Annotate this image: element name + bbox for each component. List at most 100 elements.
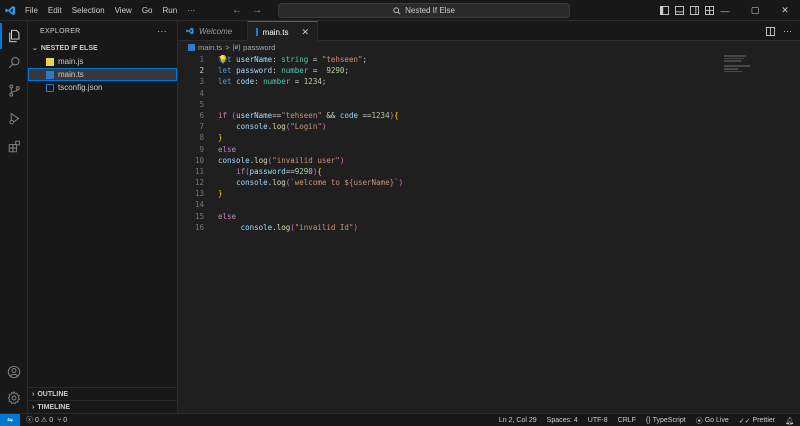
remote-indicator-icon[interactable]: ⇋	[0, 413, 20, 426]
timeline-section[interactable]: › TIMELINE	[28, 400, 178, 413]
command-center-search[interactable]: Nested If Else	[278, 3, 570, 18]
more-actions-icon[interactable]: ···	[783, 26, 792, 36]
toggle-panel-icon[interactable]	[675, 6, 684, 15]
status-bar: ⇋ ⓧ 0 ⚠ 0 ⑂ 0 Ln 2, Col 29 Spaces: 4 UTF…	[0, 413, 800, 426]
file-name: tsconfig.json	[58, 83, 103, 92]
ts-file-icon	[188, 44, 195, 51]
source-control-icon[interactable]	[0, 77, 28, 103]
encoding[interactable]: UTF-8	[588, 417, 608, 424]
tab-label: main.ts	[262, 27, 289, 37]
line-number: 8	[199, 133, 204, 143]
variable-symbol-icon: [ø]	[232, 44, 241, 51]
end-of-line[interactable]: CRLF	[618, 417, 636, 424]
file-main-ts[interactable]: main.ts	[28, 68, 177, 81]
breadcrumb: main.ts > [ø] password	[178, 41, 800, 54]
explorer-sidebar: EXPLORER ··· ⌄ NESTED IF ELSE main.js ma…	[28, 21, 178, 413]
js-file-icon	[46, 57, 54, 66]
minimap[interactable]	[724, 54, 752, 74]
activity-bar	[0, 21, 28, 413]
notifications-bell-icon[interactable]: 🔔︎	[785, 417, 794, 425]
ports-indicator[interactable]: ⑂ 0	[57, 417, 67, 424]
breadcrumb-file[interactable]: main.ts	[198, 43, 222, 52]
back-arrow-icon[interactable]: ←	[232, 5, 242, 16]
explorer-title: EXPLORER	[40, 27, 81, 35]
status-left: ⓧ 0 ⚠ 0 ⑂ 0	[20, 415, 67, 425]
menu-bar: File Edit Selection View Go Run ···	[20, 0, 200, 21]
prettier-label: Prettier	[752, 417, 776, 424]
ts-file-icon	[256, 28, 258, 36]
code-line: console.log("invailid Id")	[240, 222, 358, 232]
code-line: console.log(`welcome to ${userName}`)	[236, 178, 404, 188]
braces-icon: {}	[645, 417, 651, 424]
code-line: let password: number = 9290;	[218, 66, 349, 76]
error-count: 0	[35, 416, 39, 424]
editor-tab-bar: Welcome main.ts ✕ ···	[178, 21, 800, 42]
settings-gear-icon[interactable]	[0, 385, 28, 411]
code-line: else	[218, 144, 237, 154]
cursor-position[interactable]: Ln 2, Col 29	[499, 417, 537, 424]
file-main-js[interactable]: main.js	[28, 55, 177, 68]
outline-label: OUTLINE	[37, 390, 69, 398]
warning-count: 0	[49, 416, 54, 424]
line-number: 5	[199, 99, 204, 109]
indentation[interactable]: Spaces: 4	[547, 417, 578, 424]
toggle-secondary-sidebar-icon[interactable]	[690, 6, 699, 15]
explorer-icon[interactable]	[0, 23, 28, 49]
line-number: 16	[194, 222, 204, 232]
folder-nested-if-else[interactable]: ⌄ NESTED IF ELSE	[28, 41, 177, 55]
code-line: console.log("Login")	[236, 122, 327, 132]
menu-selection[interactable]: Selection	[67, 0, 110, 21]
file-name: main.ts	[58, 70, 84, 79]
menu-go[interactable]: Go	[137, 0, 158, 21]
close-button[interactable]: ✕	[770, 0, 800, 21]
minimize-button[interactable]: —	[710, 0, 740, 21]
command-center-label: Nested If Else	[405, 6, 455, 15]
tab-welcome[interactable]: Welcome	[178, 21, 248, 41]
vscode-logo-icon	[0, 0, 20, 21]
file-tsconfig-json[interactable]: tsconfig.json	[28, 81, 177, 94]
close-tab-icon[interactable]: ✕	[301, 27, 309, 38]
menu-run[interactable]: Run	[157, 0, 182, 21]
window-controls: — ▢ ✕	[710, 0, 800, 21]
language-label: TypeScript	[652, 417, 686, 424]
tab-main-ts[interactable]: main.ts ✕	[248, 21, 318, 42]
prettier-indicator[interactable]: ✓✓ Prettier	[739, 417, 775, 425]
toggle-sidebar-icon[interactable]	[660, 6, 669, 15]
line-number-gutter: 1 2 3 4 5 6 7 8 9 10 11 12 13 14 15 16	[178, 54, 208, 233]
account-icon[interactable]	[0, 359, 28, 385]
code-line: }	[218, 189, 223, 199]
line-number: 4	[199, 88, 204, 98]
menu-file[interactable]: File	[20, 0, 43, 21]
lightbulb-icon[interactable]: 💡	[218, 55, 228, 64]
menu-edit[interactable]: Edit	[43, 0, 67, 21]
run-debug-icon[interactable]	[0, 105, 28, 131]
code-editor[interactable]: 1 2 3 4 5 6 7 8 9 10 11 12 13 14 15 16 l…	[178, 54, 800, 413]
editor-actions: ···	[766, 21, 792, 41]
language-mode[interactable]: {} TypeScript	[646, 417, 686, 424]
line-number: 12	[194, 178, 204, 188]
menu-more[interactable]: ···	[182, 0, 200, 21]
problems-indicator[interactable]: ⓧ 0 ⚠ 0	[26, 415, 53, 425]
search-icon[interactable]	[0, 49, 28, 75]
menu-view[interactable]: View	[110, 0, 137, 21]
ports-count: 0	[63, 416, 68, 424]
split-editor-icon[interactable]	[766, 26, 775, 36]
breadcrumb-symbol[interactable]: password	[243, 43, 275, 52]
warning-icon: ⚠	[40, 417, 48, 424]
maximize-button[interactable]: ▢	[740, 0, 770, 21]
line-number: 1	[199, 55, 204, 64]
outline-section[interactable]: › OUTLINE	[28, 387, 178, 400]
line-number: 10	[194, 155, 204, 165]
folder-name: NESTED IF ELSE	[40, 44, 98, 52]
extensions-icon[interactable]	[0, 133, 28, 159]
code-line: console.log("invailid user")	[218, 155, 345, 165]
forward-arrow-icon[interactable]: →	[252, 5, 262, 16]
breadcrumb-separator: >	[225, 43, 230, 52]
go-live-button[interactable]: ⦿ Go Live	[696, 416, 729, 426]
code-line: let userName: string = "tehseen";	[218, 55, 368, 64]
code-line: if(password==9290){	[236, 166, 322, 176]
chevron-right-icon: ›	[32, 390, 35, 398]
explorer-more-button[interactable]: ···	[157, 26, 167, 36]
